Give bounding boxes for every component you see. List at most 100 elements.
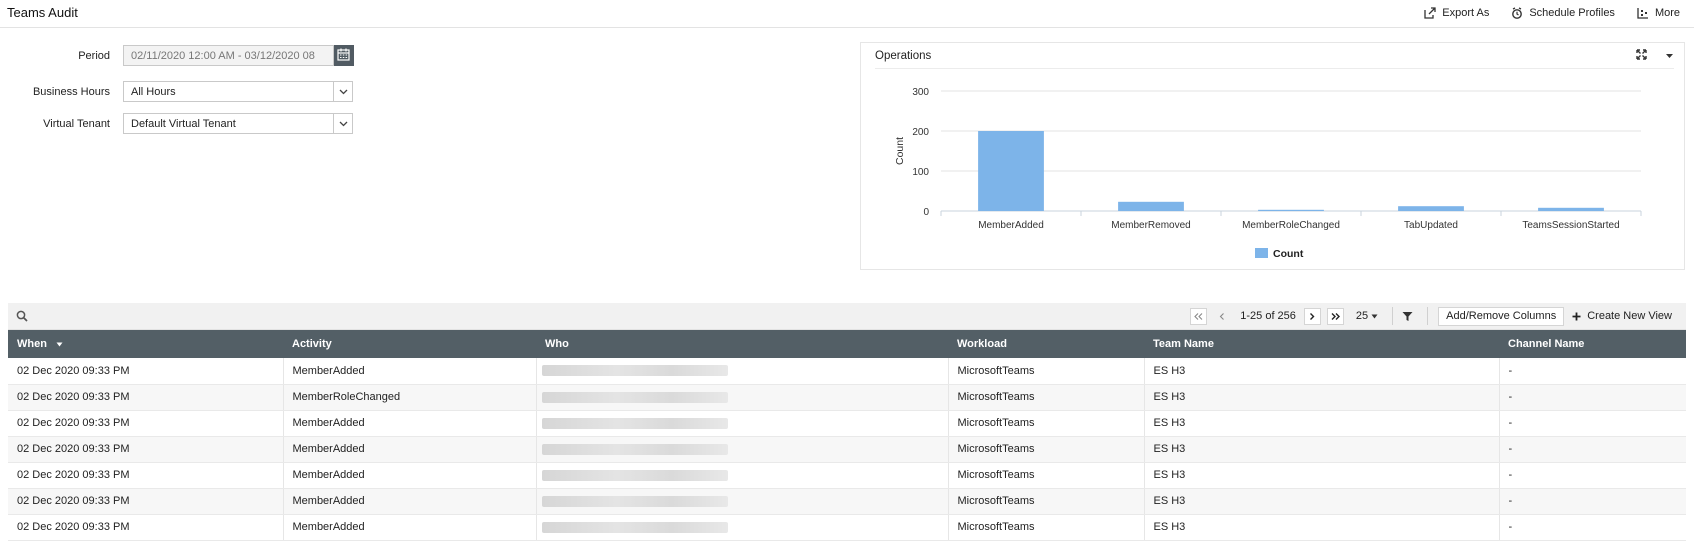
x-tick-label: TeamsSessionStarted <box>1522 220 1619 231</box>
redacted-user <box>541 469 728 481</box>
virtual-tenant-select[interactable]: Default Virtual Tenant <box>123 113 353 134</box>
y-axis-label: Count <box>894 137 906 165</box>
cell-when: 02 Dec 2020 09:33 PM <box>8 384 284 411</box>
cell-channel-name: - <box>1499 410 1686 437</box>
cell-team-name: ES H3 <box>1144 514 1500 541</box>
column-header-team-name[interactable]: Team Name <box>1144 330 1499 358</box>
business-hours-select[interactable]: All Hours <box>123 81 353 102</box>
cell-activity: MemberAdded <box>283 462 537 489</box>
period-value: 02/11/2020 12:00 AM - 03/12/2020 08 <box>131 49 315 62</box>
column-header-channel-name[interactable]: Channel Name <box>1499 330 1686 358</box>
search-icon[interactable] <box>16 310 28 325</box>
last-page-button[interactable] <box>1326 307 1344 325</box>
export-as-button[interactable]: Export As <box>1424 7 1489 19</box>
cell-channel-name: - <box>1499 358 1686 385</box>
chart-title: Operations <box>875 49 932 62</box>
column-header-activity[interactable]: Activity <box>283 330 536 358</box>
pager: 1-25 of 256 25 Add/Remove Columns Create… <box>1190 306 1686 326</box>
cell-team-name: ES H3 <box>1144 410 1500 437</box>
page-size-value: 25 <box>1355 310 1369 322</box>
cell-who <box>536 436 949 463</box>
table-row[interactable]: 02 Dec 2020 09:33 PM MemberAdded Microsoft… <box>8 358 1686 385</box>
redacted-user <box>541 391 728 403</box>
cell-when: 02 Dec 2020 09:33 PM <box>8 358 284 385</box>
cell-who <box>536 488 949 515</box>
column-header-who[interactable]: Who <box>536 330 948 358</box>
bar-TabUpdated <box>1398 206 1464 211</box>
cell-who <box>536 410 949 437</box>
top-bar: Teams Audit Export As Schedule Profiles … <box>0 0 1694 28</box>
redacted-user <box>541 443 728 455</box>
cell-who <box>536 358 949 385</box>
cell-channel-name: - <box>1499 462 1686 489</box>
grid-toolbar: 1-25 of 256 25 Add/Remove Columns Create… <box>8 303 1686 330</box>
divider <box>1427 307 1429 325</box>
column-header-workload[interactable]: Workload <box>948 330 1144 358</box>
column-header-when[interactable]: When <box>8 330 283 358</box>
next-page-button[interactable] <box>1303 307 1321 325</box>
expand-icon[interactable] <box>1636 48 1647 63</box>
filter-icon[interactable] <box>1397 307 1417 325</box>
calendar-button[interactable] <box>333 45 354 66</box>
cell-activity: MemberAdded <box>283 410 537 437</box>
first-page-button[interactable] <box>1190 307 1208 325</box>
cell-when: 02 Dec 2020 09:33 PM <box>8 410 284 437</box>
cell-who <box>536 514 949 541</box>
create-new-view-button[interactable]: Create New View <box>1572 310 1672 322</box>
x-tick-label: TabUpdated <box>1404 220 1458 231</box>
export-icon <box>1424 7 1436 19</box>
more-icon <box>1637 7 1649 19</box>
table-row[interactable]: 02 Dec 2020 09:33 PM MemberAdded Microsoft… <box>8 514 1686 541</box>
cell-when: 02 Dec 2020 09:33 PM <box>8 514 284 541</box>
divider <box>1392 307 1394 325</box>
cell-who <box>536 462 949 489</box>
redacted-user <box>541 495 728 507</box>
cell-workload: MicrosoftTeams <box>948 436 1145 463</box>
table-row[interactable]: 02 Dec 2020 09:33 PM MemberAdded Microsoft… <box>8 410 1686 437</box>
page-size-select[interactable]: 25 <box>1356 310 1378 322</box>
schedule-profiles-button[interactable]: Schedule Profiles <box>1511 7 1615 19</box>
x-tick-label: MemberAdded <box>978 220 1044 231</box>
table-row[interactable]: 02 Dec 2020 09:33 PM MemberRoleChanged Mic… <box>8 384 1686 411</box>
cell-workload: MicrosoftTeams <box>948 384 1145 411</box>
cell-workload: MicrosoftTeams <box>948 462 1145 489</box>
chart-menu-caret-icon[interactable] <box>1665 50 1674 62</box>
virtual-tenant-value: Default Virtual Tenant <box>131 117 236 130</box>
redacted-user <box>541 417 728 429</box>
business-hours-row: Business Hours All Hours <box>0 81 353 102</box>
schedule-icon <box>1511 7 1523 19</box>
y-tick-label: 100 <box>912 167 929 178</box>
column-header-when-label: When <box>17 338 47 350</box>
period-label: Period <box>78 49 110 62</box>
cell-activity: MemberAdded <box>283 488 537 515</box>
create-new-view-label: Create New View <box>1587 310 1672 322</box>
x-tick-label: MemberRoleChanged <box>1242 220 1340 231</box>
business-hours-value: All Hours <box>131 85 176 98</box>
redacted-user <box>541 365 728 377</box>
cell-workload: MicrosoftTeams <box>948 488 1145 515</box>
audit-table: When Activity Who Workload Team Name Cha… <box>8 330 1686 541</box>
cell-when: 02 Dec 2020 09:33 PM <box>8 462 284 489</box>
cell-activity: MemberAdded <box>283 358 537 385</box>
table-row[interactable]: 02 Dec 2020 09:33 PM MemberAdded Microsoft… <box>8 436 1686 463</box>
bar-MemberRemoved <box>1118 201 1184 211</box>
page-title: Teams Audit <box>7 5 78 20</box>
chevron-down-icon[interactable] <box>333 114 352 133</box>
add-remove-columns-button[interactable]: Add/Remove Columns <box>1438 306 1565 326</box>
cell-workload: MicrosoftTeams <box>948 410 1145 437</box>
export-as-label: Export As <box>1442 7 1490 19</box>
prev-page-button[interactable] <box>1213 308 1230 325</box>
table-row[interactable]: 02 Dec 2020 09:33 PM MemberAdded Microsoft… <box>8 462 1686 489</box>
caret-down-icon <box>1371 314 1378 318</box>
business-hours-label: Business Hours <box>32 85 110 98</box>
cell-team-name: ES H3 <box>1144 436 1500 463</box>
cell-team-name: ES H3 <box>1144 462 1500 489</box>
pager-info: 1-25 of 256 <box>1240 310 1296 322</box>
period-field[interactable]: 02/11/2020 12:00 AM - 03/12/2020 08 <box>123 45 334 66</box>
redacted-user <box>541 521 728 533</box>
more-button[interactable]: More <box>1637 7 1680 19</box>
table-row[interactable]: 02 Dec 2020 09:33 PM MemberAdded Microsoft… <box>8 488 1686 515</box>
chevron-down-icon[interactable] <box>333 82 352 101</box>
cell-channel-name: - <box>1499 514 1686 541</box>
chart-tools <box>1636 48 1674 63</box>
